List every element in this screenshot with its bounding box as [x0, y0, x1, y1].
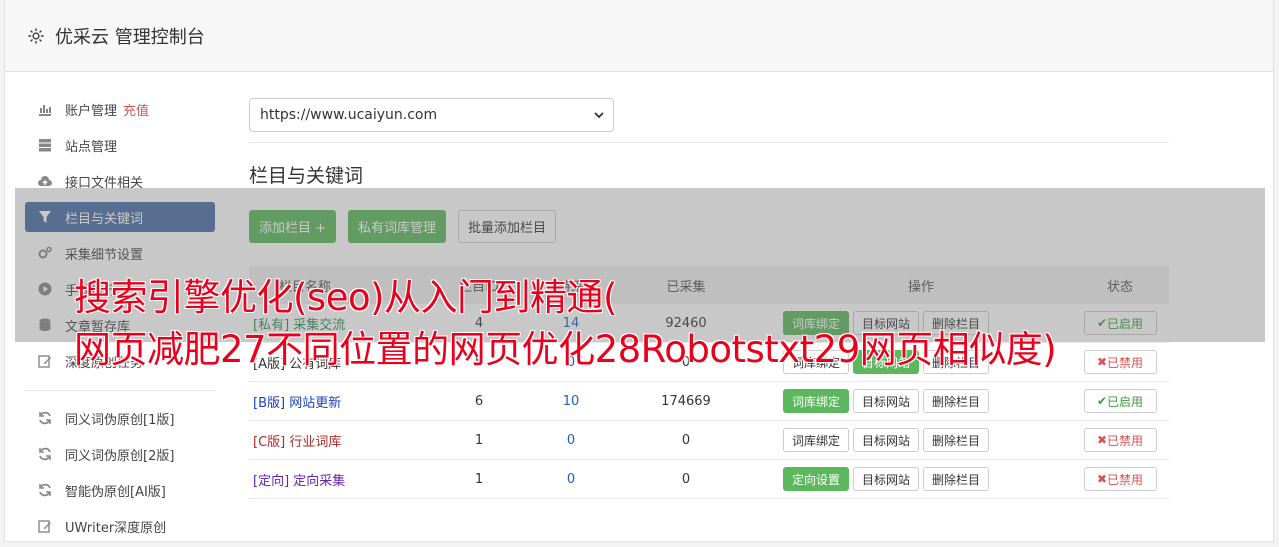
section-title: 栏目与关键词 — [249, 165, 364, 187]
row-collected: 174669 — [661, 393, 711, 409]
close-icon: ✖ — [1096, 472, 1108, 486]
status-label: 已禁用 — [1107, 472, 1144, 487]
status-toggle[interactable]: ✖ 已禁用 — [1083, 467, 1157, 491]
row-collected: 0 — [681, 471, 691, 487]
status-toggle[interactable]: ✖ 已禁用 — [1083, 428, 1157, 452]
row-tag: [定向] — [253, 473, 290, 489]
table-row: [定向] 定向采集 1 0 0 定向设置 目标网站 删除栏目 ✖ 已禁用 — [249, 460, 1169, 499]
sidebar-item-label: 账户管理 — [65, 103, 118, 119]
target-site-button[interactable]: 目标网站 — [853, 467, 920, 491]
server-icon — [39, 139, 51, 152]
chevron-down-icon — [594, 112, 604, 119]
row-name[interactable]: 定向采集 — [293, 474, 345, 489]
edit-icon — [38, 355, 51, 368]
directed-settings-button[interactable]: 定向设置 — [783, 467, 850, 491]
status-label: 已禁用 — [1107, 433, 1144, 448]
refresh-icon — [39, 411, 51, 425]
overlay-line-2: 网页减肥27不同位置的网页优化28Robotstxt29网页相似度) — [74, 328, 1057, 371]
refresh-icon — [39, 483, 51, 497]
status-toggle[interactable]: ✔ 已启用 — [1083, 389, 1157, 413]
page-title: 优采云 管理控制台 — [55, 26, 205, 48]
lexicon-bind-button[interactable]: 词库绑定 — [783, 389, 850, 413]
row-pending[interactable]: 10 — [541, 394, 601, 409]
refresh-icon — [39, 447, 51, 461]
row-name[interactable]: 网站更新 — [289, 396, 341, 411]
sidebar-item-sites[interactable]: 站点管理 — [25, 130, 215, 160]
overlay-caption: 搜索引擎优化(seo)从入门到精通( 网页减肥27不同位置的网页优化28Robo… — [74, 272, 1274, 376]
target-site-button[interactable]: 目标网站 — [853, 428, 920, 452]
sidebar-item-label: 智能伪原创[AI版] — [65, 484, 166, 500]
row-name[interactable]: 行业词库 — [289, 435, 341, 450]
delete-column-button[interactable]: 删除栏目 — [923, 428, 990, 452]
site-select[interactable]: https://www.ucaiyun.com — [249, 98, 614, 132]
sidebar-item-label: 同义词伪原创[2版] — [65, 448, 175, 464]
delete-column-button[interactable]: 删除栏目 — [923, 389, 990, 413]
delete-column-button[interactable]: 删除栏目 — [923, 467, 990, 491]
table-row: [C版] 行业词库 1 0 0 词库绑定 目标网站 删除栏目 ✖ 已禁用 — [249, 421, 1169, 460]
row-id: 6 — [474, 393, 484, 409]
row-tag: [B版] — [253, 395, 286, 411]
recharge-link[interactable]: 充值 — [123, 100, 149, 119]
sidebar-item-ai-rewrite[interactable]: 智能伪原创[AI版] — [25, 475, 215, 505]
bar-chart-icon — [39, 105, 51, 116]
sidebar-item-account[interactable]: 账户管理 充值 — [25, 94, 215, 124]
gear-icon — [28, 27, 44, 44]
divider — [249, 142, 1169, 143]
table-row: [B版] 网站更新 6 10 174669 词库绑定 目标网站 删除栏目 ✔ 已启… — [249, 382, 1169, 421]
top-bar: 优采云 管理控制台 — [4, 0, 1274, 72]
status-label: 已启用 — [1107, 394, 1144, 409]
sidebar-item-uwriter[interactable]: UWriter深度原创 — [25, 511, 215, 541]
lexicon-bind-button[interactable]: 词库绑定 — [783, 428, 850, 452]
overlay-line-1: 搜索引擎优化(seo)从入门到精通( — [74, 276, 617, 319]
close-icon: ✖ — [1096, 433, 1108, 447]
check-icon: ✔ — [1096, 394, 1108, 408]
sidebar-item-label: 站点管理 — [65, 139, 118, 155]
row-tag: [C版] — [253, 434, 286, 450]
row-collected: 0 — [681, 432, 691, 448]
cloud-upload-icon — [38, 176, 52, 186]
sidebar-item-synonym-v2[interactable]: 同义词伪原创[2版] — [25, 439, 215, 469]
sidebar-item-synonym-v1[interactable]: 同义词伪原创[1版] — [25, 403, 215, 433]
sidebar-divider — [25, 390, 215, 391]
row-pending[interactable]: 0 — [541, 433, 601, 448]
row-id: 1 — [474, 471, 484, 487]
sidebar-item-label: UWriter深度原创 — [65, 520, 167, 536]
site-select-value: https://www.ucaiyun.com — [260, 107, 438, 123]
row-id: 1 — [474, 432, 484, 448]
sidebar-item-label: 同义词伪原创[1版] — [65, 412, 175, 428]
row-pending[interactable]: 0 — [541, 472, 601, 487]
edit-icon — [38, 520, 51, 533]
target-site-button[interactable]: 目标网站 — [853, 389, 920, 413]
